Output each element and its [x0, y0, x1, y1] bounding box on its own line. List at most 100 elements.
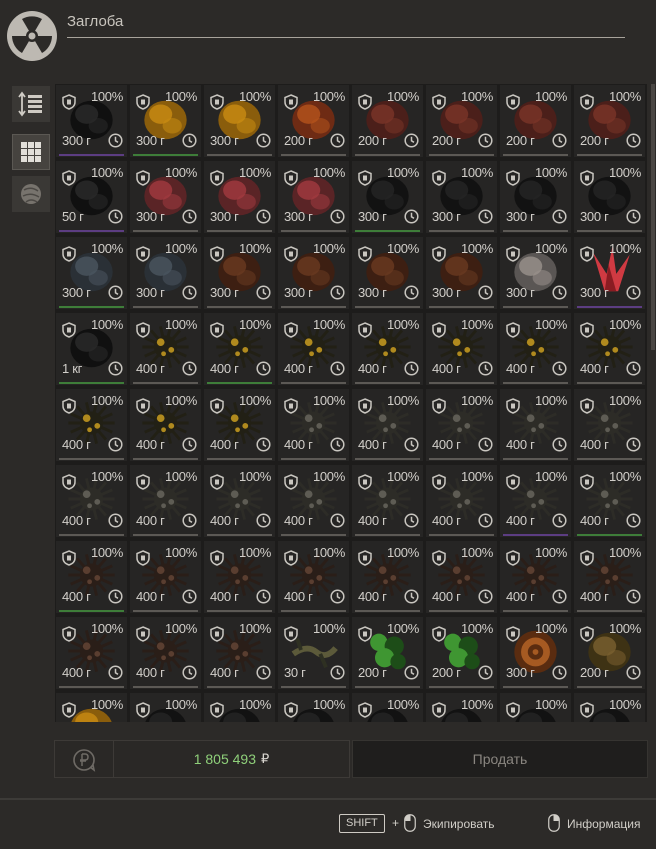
inventory-item[interactable]: 100% 200 г — [500, 85, 571, 157]
inventory-item[interactable]: 100% 300 г — [426, 161, 497, 233]
item-condition: 100% — [460, 89, 493, 104]
inventory-item[interactable]: 100% 300 г — [574, 161, 645, 233]
inventory-item[interactable]: 100% 400 г — [426, 313, 497, 385]
item-condition: 100% — [312, 241, 345, 256]
inventory-item[interactable]: 100% — [500, 693, 571, 722]
inventory-item[interactable]: 100% 400 г — [278, 313, 349, 385]
reset-price-button[interactable] — [54, 740, 114, 778]
inventory-item[interactable]: 100% 400 г — [426, 465, 497, 537]
sort-button[interactable] — [12, 86, 50, 122]
inventory-item[interactable]: 100% 300 г — [278, 237, 349, 309]
rarity-underline — [133, 534, 198, 536]
shield-icon — [284, 398, 298, 414]
inventory-item[interactable]: 100% 300 г — [278, 161, 349, 233]
shield-icon — [210, 94, 224, 110]
inventory-item[interactable]: 100% — [56, 693, 127, 722]
clock-icon — [256, 437, 271, 452]
item-condition: 100% — [460, 317, 493, 332]
inventory-item[interactable]: 100% 300 г — [352, 161, 423, 233]
inventory-item[interactable]: 100% — [352, 693, 423, 722]
shield-icon — [136, 626, 150, 642]
inventory-item[interactable]: 100% 400 г — [500, 389, 571, 461]
inventory-item[interactable]: 100% 300 г — [574, 237, 645, 309]
grid-scrollbar[interactable] — [651, 84, 655, 350]
inventory-item[interactable]: 100% 400 г — [352, 389, 423, 461]
artifacts-filter-button[interactable] — [12, 176, 50, 212]
inventory-item[interactable]: 100% 300 г — [500, 617, 571, 689]
inventory-item[interactable]: 100% 50 г — [56, 161, 127, 233]
item-weight: 200 г — [284, 133, 313, 148]
item-condition: 100% — [238, 89, 271, 104]
inventory-item[interactable]: 100% 400 г — [574, 465, 645, 537]
inventory-item[interactable]: 100% 200 г — [352, 617, 423, 689]
inventory-item[interactable]: 100% 400 г — [204, 465, 275, 537]
inventory-item[interactable]: 100% — [130, 693, 201, 722]
inventory-item[interactable]: 100% 300 г — [130, 237, 201, 309]
inventory-item[interactable]: 100% — [574, 693, 645, 722]
inventory-item[interactable]: 100% 400 г — [130, 617, 201, 689]
inventory-item[interactable]: 100% 200 г — [278, 85, 349, 157]
inventory-item[interactable]: 100% 400 г — [130, 313, 201, 385]
grid-view-button[interactable] — [12, 134, 50, 170]
inventory-item[interactable]: 100% 400 г — [204, 541, 275, 613]
sell-button[interactable]: Продать — [352, 740, 648, 778]
inventory-item[interactable]: 100% 400 г — [204, 617, 275, 689]
item-condition: 100% — [164, 393, 197, 408]
inventory-item[interactable]: 100% 300 г — [130, 85, 201, 157]
inventory-item[interactable]: 100% 200 г — [574, 617, 645, 689]
item-condition: 100% — [608, 393, 641, 408]
inventory-item[interactable]: 100% 30 г — [278, 617, 349, 689]
inventory-item[interactable]: 100% 400 г — [352, 541, 423, 613]
item-weight: 400 г — [62, 589, 91, 604]
inventory-item[interactable]: 100% 200 г — [426, 85, 497, 157]
inventory-item[interactable]: 100% 300 г — [204, 85, 275, 157]
window-title: Заглоба — [67, 13, 124, 30]
inventory-item[interactable]: 100% — [426, 693, 497, 722]
inventory-item[interactable]: 100% 400 г — [500, 465, 571, 537]
inventory-item[interactable]: 100% — [204, 693, 275, 722]
inventory-item[interactable]: 100% 400 г — [574, 313, 645, 385]
inventory-item[interactable]: 100% 300 г — [352, 237, 423, 309]
clock-icon — [404, 665, 419, 680]
inventory-item[interactable]: 100% 400 г — [56, 541, 127, 613]
inventory-item[interactable]: 100% 400 г — [278, 541, 349, 613]
inventory-item[interactable]: 100% 400 г — [574, 541, 645, 613]
inventory-item[interactable]: 100% 400 г — [56, 465, 127, 537]
inventory-item[interactable]: 100% 300 г — [56, 85, 127, 157]
inventory-item[interactable]: 100% 300 г — [204, 161, 275, 233]
inventory-item[interactable]: 100% — [278, 693, 349, 722]
inventory-item[interactable]: 100% 400 г — [204, 313, 275, 385]
inventory-item[interactable]: 100% 400 г — [500, 541, 571, 613]
inventory-item[interactable]: 100% 400 г — [278, 465, 349, 537]
inventory-item[interactable]: 100% 400 г — [204, 389, 275, 461]
item-condition: 100% — [608, 165, 641, 180]
inventory-item[interactable]: 100% 300 г — [500, 161, 571, 233]
inventory-item[interactable]: 100% 400 г — [56, 617, 127, 689]
item-condition: 100% — [312, 697, 345, 712]
inventory-item[interactable]: 100% 400 г — [278, 389, 349, 461]
inventory-item[interactable]: 100% 400 г — [500, 313, 571, 385]
item-weight: 300 г — [506, 665, 535, 680]
inventory-item[interactable]: 100% 400 г — [352, 465, 423, 537]
inventory-item[interactable]: 100% 300 г — [130, 161, 201, 233]
inventory-item[interactable]: 100% 200 г — [352, 85, 423, 157]
item-condition: 100% — [534, 697, 567, 712]
item-weight: 300 г — [580, 285, 609, 300]
inventory-item[interactable]: 100% 300 г — [426, 237, 497, 309]
inventory-item[interactable]: 100% 400 г — [56, 389, 127, 461]
inventory-item[interactable]: 100% 400 г — [574, 389, 645, 461]
inventory-item[interactable]: 100% 300 г — [56, 237, 127, 309]
inventory-item[interactable]: 100% 300 г — [204, 237, 275, 309]
inventory-item[interactable]: 100% 200 г — [574, 85, 645, 157]
inventory-item[interactable]: 100% 400 г — [426, 389, 497, 461]
inventory-item[interactable]: 100% 1 кг — [56, 313, 127, 385]
inventory-item[interactable]: 100% 400 г — [130, 465, 201, 537]
rarity-underline — [281, 230, 346, 232]
inventory-item[interactable]: 100% 400 г — [426, 541, 497, 613]
inventory-item[interactable]: 100% 400 г — [130, 541, 201, 613]
inventory-item[interactable]: 100% 200 г — [426, 617, 497, 689]
inventory-item[interactable]: 100% 300 г — [500, 237, 571, 309]
shield-icon — [210, 550, 224, 566]
inventory-item[interactable]: 100% 400 г — [130, 389, 201, 461]
inventory-item[interactable]: 100% 400 г — [352, 313, 423, 385]
